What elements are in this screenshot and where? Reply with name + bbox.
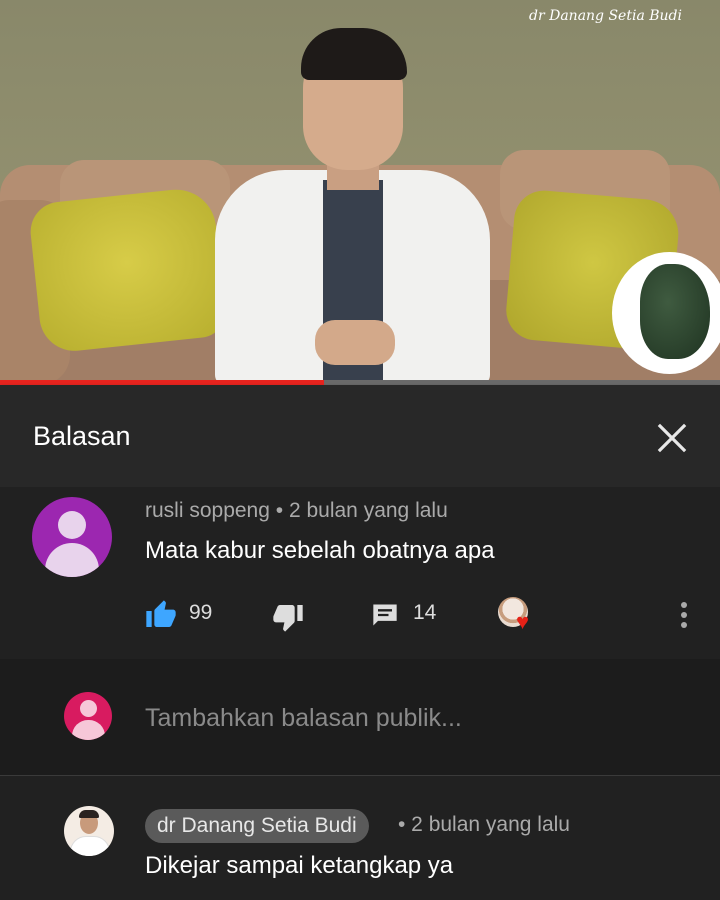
dislike-icon[interactable] (272, 601, 304, 633)
video-player[interactable]: dr Danang Setia Budi (0, 0, 720, 385)
comment-meta: rusli soppeng • 2 bulan yang lalu (145, 499, 448, 523)
thumbnail-object (640, 264, 710, 359)
comment-text: Mata kabur sebelah obatnya apa (145, 537, 495, 564)
comment-author[interactable]: rusli soppeng (145, 499, 270, 522)
channel-watermark: dr Danang Setia Budi (529, 8, 682, 24)
avatar-body (72, 720, 105, 740)
avatar-head (80, 700, 97, 717)
overlay-thumbnail (612, 252, 720, 374)
avatar-head (58, 511, 86, 539)
yellow-pillow (27, 185, 228, 355)
reply-input-row: Tambahkan balasan publik... (0, 659, 720, 776)
user-avatar (64, 692, 112, 740)
presenter (215, 20, 490, 385)
comment: rusli soppeng • 2 bulan yang lalu Mata k… (0, 487, 720, 659)
avatar[interactable] (32, 497, 112, 577)
avatar-coat (70, 836, 110, 856)
meta-separator: • (275, 499, 284, 522)
reply-input[interactable]: Tambahkan balasan publik... (145, 704, 462, 733)
heart-icon: ♥ (516, 609, 530, 634)
reply-icon[interactable] (371, 601, 399, 629)
reply-count: 14 (413, 601, 437, 624)
close-icon[interactable] (652, 418, 692, 458)
reply-text: Dikejar sampai ketangkap ya (145, 852, 454, 879)
like-icon[interactable] (145, 599, 177, 631)
panel-title: Balasan (33, 421, 131, 451)
avatar-body (45, 543, 99, 577)
more-options-icon[interactable] (676, 599, 692, 631)
reply-time: • 2 bulan yang lalu (398, 813, 570, 836)
avatar[interactable] (64, 806, 114, 856)
reply-comment: dr Danang Setia Budi • 2 bulan yang lalu… (0, 776, 720, 900)
replies-header: Balasan (0, 385, 720, 487)
comment-actions: 99 14 ♥ (0, 595, 720, 635)
creator-author-badge[interactable]: dr Danang Setia Budi (145, 809, 369, 843)
avatar-hair (79, 810, 99, 818)
comment-time: 2 bulan yang lalu (288, 499, 448, 522)
like-count: 99 (189, 601, 213, 624)
creator-heart-badge: ♥ (498, 597, 542, 639)
hair (301, 28, 407, 80)
hand (315, 320, 395, 365)
